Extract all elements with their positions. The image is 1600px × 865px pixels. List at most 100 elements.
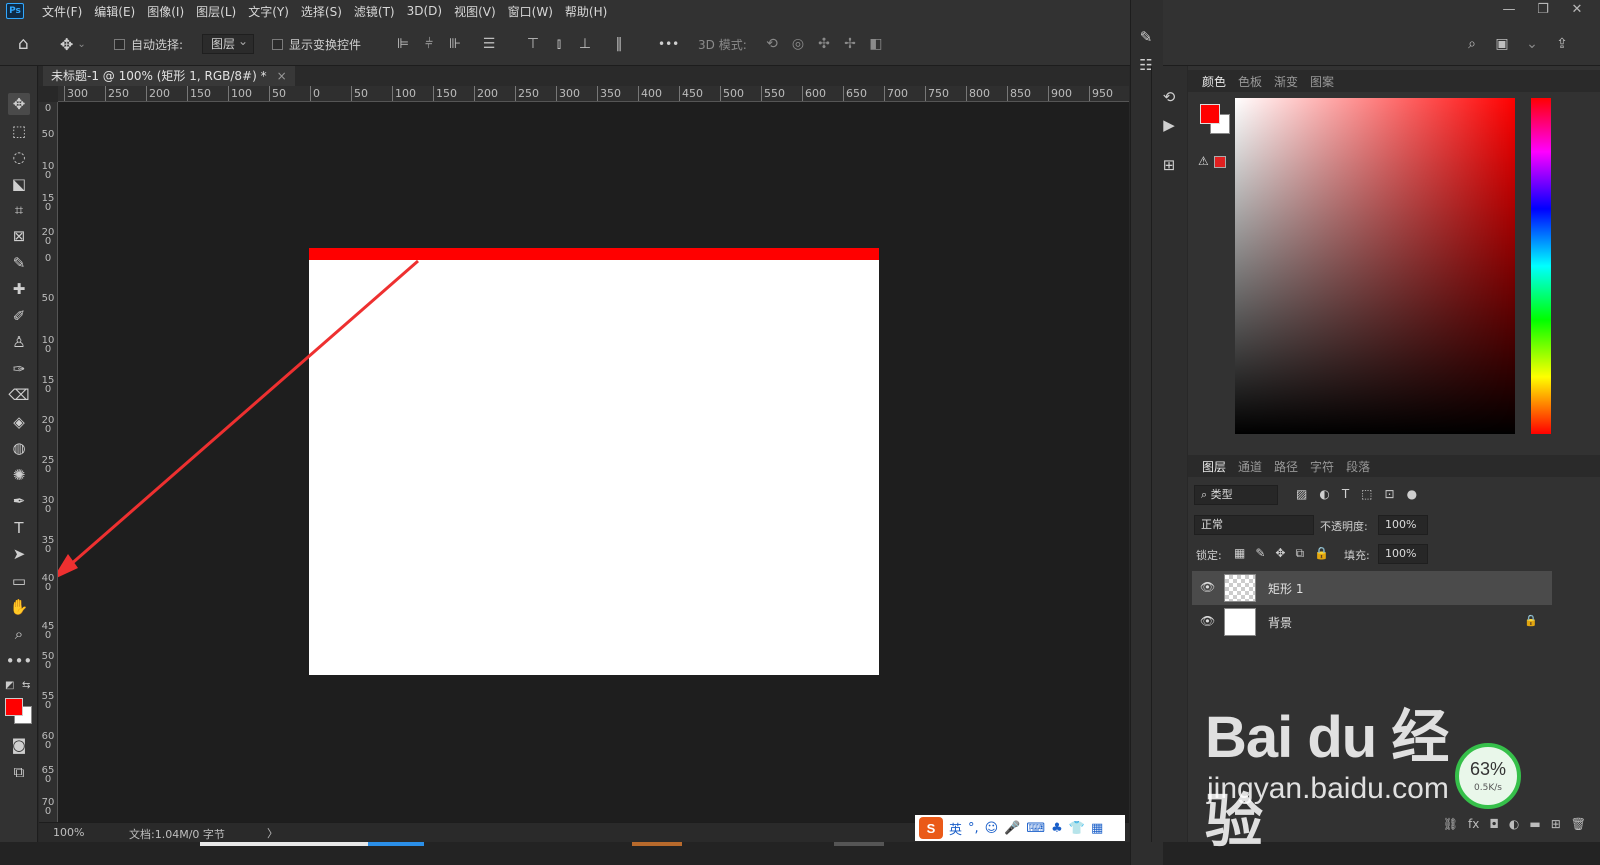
- menu-filter[interactable]: 滤镜(T): [348, 3, 401, 20]
- eraser-tool-icon[interactable]: ⌫: [8, 384, 30, 406]
- lasso-tool-icon[interactable]: ◌: [8, 146, 30, 168]
- menu-select[interactable]: 选择(S): [295, 3, 348, 20]
- status-menu-chevron[interactable]: 〉: [267, 825, 278, 841]
- layer-filter-dropdown[interactable]: ⌕ 类型: [1194, 485, 1278, 505]
- toolbox-icon[interactable]: ♣: [1051, 821, 1063, 836]
- auto-select-target-dropdown[interactable]: 图层: [202, 32, 255, 54]
- network-speed-widget[interactable]: 63% 0.5K/s: [1455, 743, 1521, 809]
- menu-window[interactable]: 窗口(W): [502, 3, 559, 20]
- add-mask-icon[interactable]: ◘: [1489, 817, 1499, 831]
- distribute-icon[interactable]: ☰: [479, 34, 499, 54]
- fx-icon[interactable]: fx: [1468, 817, 1479, 831]
- tab-swatches[interactable]: 色板: [1232, 73, 1268, 90]
- eye-icon[interactable]: 👁: [1200, 580, 1215, 594]
- adjustment-filter-icon[interactable]: ◐: [1319, 487, 1329, 501]
- close-tab-icon[interactable]: ×: [277, 66, 287, 86]
- stamp-tool-icon[interactable]: ♙: [8, 331, 30, 353]
- blend-mode-dropdown[interactable]: 正常: [1194, 515, 1314, 535]
- image-filter-icon[interactable]: ▨: [1296, 487, 1307, 501]
- menu-layer[interactable]: 图层(L): [190, 3, 242, 20]
- tab-gradients[interactable]: 渐变: [1268, 73, 1304, 90]
- 3d-roll-icon[interactable]: ◎: [788, 34, 808, 54]
- menu-help[interactable]: 帮助(H): [559, 3, 613, 20]
- tab-layers[interactable]: 图层: [1196, 458, 1232, 475]
- taskbar-item[interactable]: [834, 842, 884, 846]
- link-layers-icon[interactable]: ⛓: [1443, 817, 1458, 831]
- lock-artboard-icon[interactable]: ⧉: [1295, 546, 1304, 561]
- search-icon[interactable]: ⌕: [1462, 34, 1482, 54]
- skin-icon[interactable]: 👕: [1069, 821, 1085, 836]
- lock-transparent-icon[interactable]: ▦: [1234, 546, 1245, 561]
- zoom-tool-icon[interactable]: ⌕: [8, 623, 30, 645]
- layer-row-rectangle-1[interactable]: 👁 矩形 1: [1192, 571, 1552, 605]
- taskbar-item[interactable]: [632, 842, 682, 846]
- hue-slider[interactable]: [1531, 98, 1551, 434]
- document-tab[interactable]: 未标题-1 @ 100% (矩形 1, RGB/8#) * ×: [43, 66, 295, 86]
- hand-tool-icon[interactable]: ✋: [8, 596, 30, 618]
- crop-tool-icon[interactable]: ⌗: [8, 199, 30, 221]
- type-filter-icon[interactable]: T: [1342, 487, 1349, 501]
- show-transform-checkbox[interactable]: 显示变换控件: [272, 34, 361, 54]
- new-layer-icon[interactable]: ⊞: [1551, 817, 1561, 831]
- delete-layer-icon[interactable]: 🗑: [1571, 817, 1586, 831]
- distribute-vertical-icon[interactable]: ‖: [609, 34, 629, 54]
- menu-file[interactable]: 文件(F): [36, 3, 88, 20]
- tab-paths[interactable]: 路径: [1268, 458, 1304, 475]
- align-top-icon[interactable]: ⊤: [523, 34, 543, 54]
- layer-row-background[interactable]: 👁 背景 🔒: [1192, 605, 1552, 639]
- brush-tool-icon[interactable]: ✐: [8, 305, 30, 327]
- foreground-color-swatch[interactable]: [1200, 104, 1220, 124]
- more-options-button[interactable]: •••: [658, 34, 679, 54]
- minimize-button[interactable]: —: [1492, 0, 1526, 22]
- home-icon[interactable]: ⌂: [18, 34, 29, 54]
- more-tools-icon[interactable]: •••: [6, 650, 33, 672]
- zoom-level[interactable]: 100%: [53, 826, 84, 839]
- smart-object-filter-icon[interactable]: ⊡: [1385, 487, 1395, 501]
- keyboard-icon[interactable]: ⌨: [1026, 821, 1045, 836]
- tab-paragraph[interactable]: 段落: [1340, 458, 1376, 475]
- lock-all-icon[interactable]: 🔒: [1314, 546, 1329, 561]
- actions-play-icon[interactable]: ▶: [1156, 114, 1182, 136]
- restore-button[interactable]: ❐: [1526, 0, 1560, 22]
- workspace-icon[interactable]: ▣: [1492, 34, 1512, 54]
- grid-menu-icon[interactable]: ▦: [1091, 821, 1103, 836]
- opacity-input[interactable]: 100%: [1378, 515, 1428, 535]
- taskbar-item[interactable]: [200, 842, 368, 846]
- lock-pixels-icon[interactable]: ✎: [1255, 546, 1265, 561]
- eye-icon[interactable]: 👁: [1200, 614, 1215, 628]
- quick-mask-icon[interactable]: ◙: [8, 734, 30, 756]
- brush-settings-icon[interactable]: ✎: [1133, 26, 1159, 48]
- fill-input[interactable]: 100%: [1378, 544, 1428, 564]
- marquee-tool-icon[interactable]: ⬚: [8, 120, 30, 142]
- menu-edit[interactable]: 编辑(E): [88, 3, 141, 20]
- tab-character[interactable]: 字符: [1304, 458, 1340, 475]
- 3d-orbit-icon[interactable]: ⟲: [762, 34, 782, 54]
- share-icon[interactable]: ⇪: [1552, 34, 1572, 54]
- align-right-icon[interactable]: ⊪: [445, 34, 465, 54]
- align-hcenter-icon[interactable]: ⫩: [419, 34, 439, 54]
- canvas-area[interactable]: [58, 102, 1129, 822]
- dodge-tool-icon[interactable]: ◍: [8, 437, 30, 459]
- filter-toggle-icon[interactable]: ●: [1407, 487, 1417, 501]
- tab-color[interactable]: 颜色: [1196, 73, 1232, 90]
- default-colors-icon[interactable]: ◩: [5, 680, 14, 691]
- rectangle-tool-icon[interactable]: ▭: [8, 570, 30, 592]
- foreground-color-swatch[interactable]: [5, 698, 23, 716]
- gamut-warning-icon[interactable]: ⚠: [1198, 154, 1209, 168]
- close-button[interactable]: ✕: [1560, 0, 1594, 22]
- tab-channels[interactable]: 通道: [1232, 458, 1268, 475]
- screen-mode-icon[interactable]: ⧉: [8, 761, 30, 783]
- path-select-icon[interactable]: ➤: [8, 543, 30, 565]
- paint-bucket-icon[interactable]: ◈: [8, 411, 30, 433]
- tab-patterns[interactable]: 图案: [1304, 73, 1340, 90]
- gamut-warning-swatch[interactable]: [1214, 156, 1226, 168]
- history-brush-icon[interactable]: ✑: [8, 358, 30, 380]
- move-tool-icon[interactable]: ✥: [8, 93, 30, 115]
- frame-tool-icon[interactable]: ⊠: [8, 225, 30, 247]
- auto-select-checkbox[interactable]: 自动选择:: [114, 34, 183, 54]
- microphone-icon[interactable]: 🎤: [1004, 821, 1020, 836]
- sogou-logo[interactable]: S: [919, 817, 943, 839]
- move-tool-icon[interactable]: ✥ ⌄: [60, 34, 86, 54]
- shape-filter-icon[interactable]: ⬚: [1361, 487, 1372, 501]
- properties-icon[interactable]: ⊞: [1156, 154, 1182, 176]
